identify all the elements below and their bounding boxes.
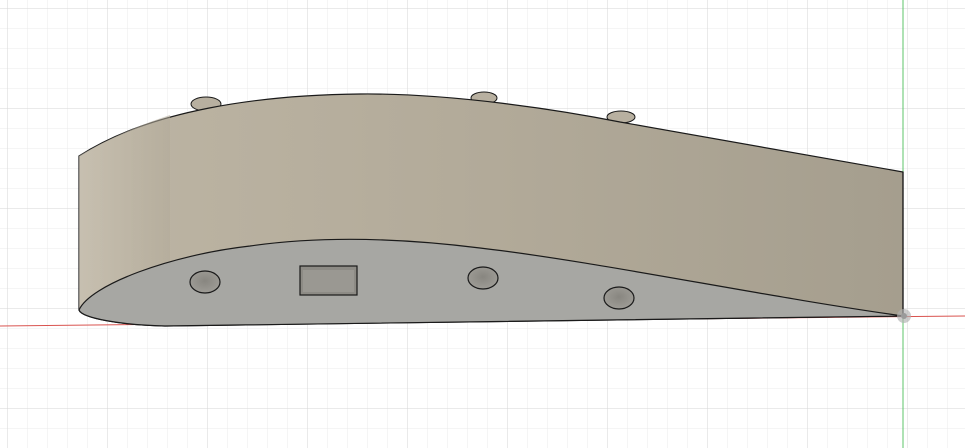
spar-hole[interactable]: [603, 286, 635, 310]
canvas-viewport[interactable]: [0, 0, 965, 448]
origin-point-center: [901, 313, 907, 319]
spar-hole[interactable]: [189, 270, 221, 294]
rectangular-cutout-inner: [303, 270, 354, 292]
3d-scene[interactable]: [0, 0, 965, 448]
spar-hole[interactable]: [467, 266, 499, 290]
